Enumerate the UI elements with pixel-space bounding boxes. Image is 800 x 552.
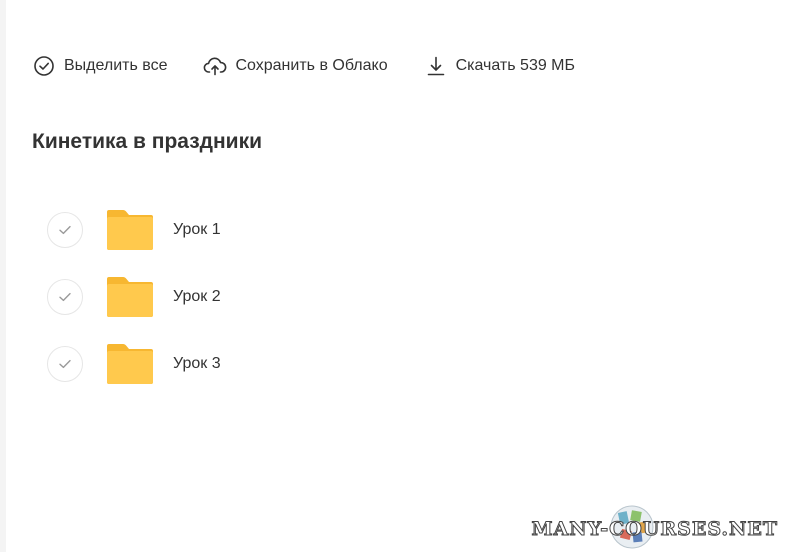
check-icon (59, 225, 71, 234)
select-all-button[interactable]: Выделить все (32, 54, 167, 78)
watermark-text: MANY-COURSES.NET (531, 518, 778, 541)
check-icon (59, 292, 71, 301)
check-circle-icon (32, 54, 56, 78)
folder-title: Кинетика в праздники (32, 130, 263, 153)
left-edge-divider (0, 0, 6, 552)
item-name: Урок 2 (173, 287, 221, 305)
download-label: Скачать 539 МБ (455, 57, 576, 74)
watermark: MANY-COURSES.NET (531, 505, 778, 549)
page: Выделить все Сохранить в Облако Скачать … (0, 0, 800, 552)
item-checkbox[interactable] (47, 345, 83, 382)
list-item[interactable]: Урок 2 (47, 263, 547, 330)
download-icon (424, 54, 448, 78)
folder-icon (105, 209, 155, 251)
folder-icon (105, 343, 155, 385)
list-item[interactable]: Урок 3 (47, 330, 547, 397)
item-checkbox[interactable] (47, 278, 83, 315)
list-item[interactable]: Урок 1 (47, 196, 547, 263)
item-checkbox[interactable] (47, 211, 83, 248)
item-name: Урок 3 (173, 354, 221, 372)
save-to-cloud-label: Сохранить в Облако (235, 57, 388, 74)
select-all-label: Выделить все (64, 57, 168, 74)
download-button[interactable]: Скачать 539 МБ (424, 54, 575, 78)
check-icon (59, 359, 71, 368)
toolbar: Выделить все Сохранить в Облако Скачать … (32, 52, 575, 80)
cloud-upload-icon (203, 54, 227, 78)
item-name: Урок 1 (173, 220, 221, 238)
file-list: Урок 1 Урок 2 Урок 3 (47, 196, 547, 397)
folder-icon (105, 276, 155, 318)
save-to-cloud-button[interactable]: Сохранить в Облако (203, 54, 388, 78)
